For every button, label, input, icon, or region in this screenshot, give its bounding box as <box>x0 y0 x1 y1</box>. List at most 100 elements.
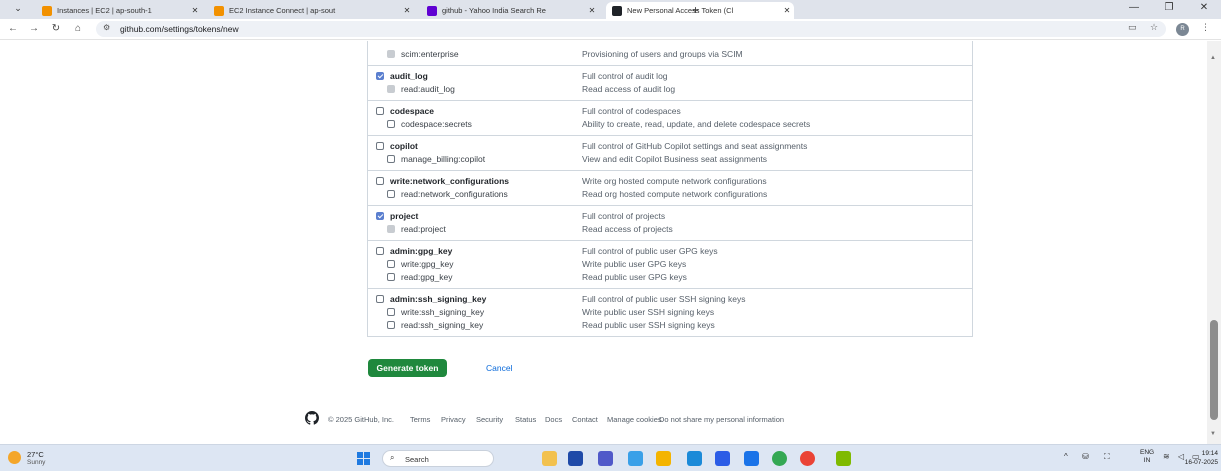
browser-tab[interactable]: New Personal Access Token (Cl ✕ <box>606 2 794 19</box>
scope-name[interactable]: write:gpg_key <box>401 259 453 269</box>
weather-sun-icon[interactable] <box>8 451 21 464</box>
scope-checkbox[interactable] <box>387 260 395 268</box>
scope-checkbox[interactable] <box>387 155 395 163</box>
scope-name[interactable]: audit_log <box>390 71 428 81</box>
scope-name[interactable]: scim:enterprise <box>401 49 459 59</box>
scope-name[interactable]: read:project <box>401 224 446 234</box>
scope-group: copilot Full control of GitHub Copilot se… <box>368 135 972 170</box>
weather-temperature[interactable]: 27°C <box>27 450 44 459</box>
scope-name[interactable]: read:gpg_key <box>401 272 453 282</box>
new-tab-button[interactable]: + <box>692 3 699 17</box>
edge-icon[interactable] <box>687 451 702 466</box>
windows-start-icon[interactable] <box>357 452 370 465</box>
tab-close-icon[interactable]: ✕ <box>585 6 599 15</box>
copilot-icon[interactable] <box>628 451 643 466</box>
footer-link-contact[interactable]: Contact <box>572 415 598 424</box>
scope-name[interactable]: codespace:secrets <box>401 119 472 129</box>
scope-name[interactable]: read:network_configurations <box>401 189 508 199</box>
scope-checkbox[interactable] <box>376 72 384 80</box>
close-window-icon[interactable]: ✕ <box>1190 2 1218 13</box>
scope-description: Ability to create, read, update, and del… <box>582 119 811 129</box>
scope-name[interactable]: write:network_configurations <box>390 176 509 186</box>
cast-icon[interactable]: ▭ <box>1128 22 1137 33</box>
footer-link-security[interactable]: Security <box>476 415 503 424</box>
profile-avatar[interactable]: R <box>1176 23 1189 36</box>
scope-checkbox[interactable] <box>376 142 384 150</box>
language-indicator[interactable]: ENG IN <box>1140 449 1154 465</box>
back-icon[interactable]: ← <box>6 22 20 36</box>
tray-app-icon[interactable]: ⛶ <box>1104 452 1110 462</box>
teams-icon[interactable] <box>598 451 613 466</box>
browser-tab[interactable]: github - Yahoo India Search Re ✕ <box>421 2 599 19</box>
chrome-profile-icon[interactable] <box>800 451 815 466</box>
windows-explorer-icon[interactable] <box>542 451 557 466</box>
scope-name[interactable]: admin:gpg_key <box>390 246 452 256</box>
forward-icon[interactable]: → <box>27 22 41 36</box>
weather-condition[interactable]: Sunny <box>27 459 45 466</box>
tray-network-app-icon[interactable]: ⛁ <box>1082 452 1089 461</box>
bookmark-star-icon[interactable]: ☆ <box>1150 22 1158 33</box>
scope-checkbox[interactable] <box>376 212 384 220</box>
scope-checkbox[interactable] <box>376 295 384 303</box>
scope-name[interactable]: read:ssh_signing_key <box>401 320 483 330</box>
scope-checkbox[interactable] <box>376 177 384 185</box>
scope-row: read:audit_log Read access of audit log <box>368 83 972 96</box>
site-info-icon[interactable]: ⚙ <box>103 23 110 32</box>
chrome-icon[interactable] <box>772 451 787 466</box>
scope-checkbox[interactable] <box>387 120 395 128</box>
generate-token-button[interactable]: Generate token <box>368 359 447 377</box>
scope-name[interactable]: read:audit_log <box>401 84 455 94</box>
taskbar-search-placeholder: Search <box>405 455 429 464</box>
scroll-up-icon[interactable]: ▲ <box>1210 55 1216 61</box>
scrollbar-thumb[interactable] <box>1210 320 1218 420</box>
media-player-icon[interactable] <box>568 451 583 466</box>
scroll-down-icon[interactable]: ▼ <box>1210 431 1216 437</box>
taskbar-search[interactable]: ⌕ Search <box>382 450 494 467</box>
reload-icon[interactable]: ↻ <box>49 22 63 36</box>
menu-kebab-icon[interactable]: ⋮ <box>1201 22 1210 33</box>
cancel-link[interactable]: Cancel <box>486 363 512 373</box>
scope-name[interactable]: write:ssh_signing_key <box>401 307 484 317</box>
address-bar[interactable]: ⚙ github.com/settings/tokens/new <box>96 21 1166 37</box>
system-clock[interactable]: 19:14 16-07-2025 <box>1176 449 1218 467</box>
scope-row: read:network_configurations Read org host… <box>368 188 972 201</box>
scope-checkbox[interactable] <box>387 190 395 198</box>
mail-icon[interactable] <box>744 451 759 466</box>
tab-close-icon[interactable]: ✕ <box>400 6 414 15</box>
browser-tab[interactable]: EC2 Instance Connect | ap-sout ✕ <box>208 2 414 19</box>
scope-checkbox[interactable] <box>387 308 395 316</box>
tray-overflow-chevron-icon[interactable]: ^ <box>1064 452 1068 461</box>
scope-checkbox[interactable] <box>387 321 395 329</box>
scope-name[interactable]: codespace <box>390 106 434 116</box>
scope-row: write:ssh_signing_key Write public user S… <box>368 306 972 319</box>
footer-link-manage-cookies[interactable]: Manage cookies <box>607 415 662 424</box>
github-logo-icon[interactable] <box>305 411 319 425</box>
browser-toolbar: ← → ↻ ⌂ ⚙ github.com/settings/tokens/new… <box>0 19 1221 40</box>
store-icon[interactable] <box>715 451 730 466</box>
scope-checkbox[interactable] <box>376 247 384 255</box>
home-icon[interactable]: ⌂ <box>71 22 85 36</box>
photos-icon[interactable] <box>836 451 851 466</box>
scope-name[interactable]: project <box>390 211 418 221</box>
wifi-icon[interactable]: ≋ <box>1163 452 1170 461</box>
scope-row: scim:enterprise Provisioning of users and… <box>368 48 972 61</box>
file-explorer-icon[interactable] <box>656 451 671 466</box>
scope-checkbox[interactable] <box>376 107 384 115</box>
url-text[interactable]: github.com/settings/tokens/new <box>120 24 239 34</box>
scope-checkbox[interactable] <box>387 273 395 281</box>
minimize-icon[interactable]: — <box>1120 2 1148 13</box>
tab-close-icon[interactable]: ✕ <box>780 6 794 15</box>
tab-close-icon[interactable]: ✕ <box>188 6 202 15</box>
scope-name[interactable]: copilot <box>390 141 418 151</box>
scope-name[interactable]: manage_billing:copilot <box>401 154 485 164</box>
footer-link-privacy[interactable]: Privacy <box>441 415 466 424</box>
tab-search-chevron-icon[interactable]: ⌄ <box>12 3 24 16</box>
page-scrollbar[interactable]: ▲ ▼ <box>1207 41 1221 444</box>
restore-icon[interactable]: ❐ <box>1155 2 1183 13</box>
scope-name[interactable]: admin:ssh_signing_key <box>390 294 486 304</box>
browser-tab[interactable]: Instances | EC2 | ap-south-1 ✕ <box>36 2 202 19</box>
footer-link-docs[interactable]: Docs <box>545 415 562 424</box>
footer-link-do-not-share[interactable]: Do not share my personal information <box>659 415 784 424</box>
footer-link-status[interactable]: Status <box>515 415 536 424</box>
footer-link-terms[interactable]: Terms <box>410 415 430 424</box>
